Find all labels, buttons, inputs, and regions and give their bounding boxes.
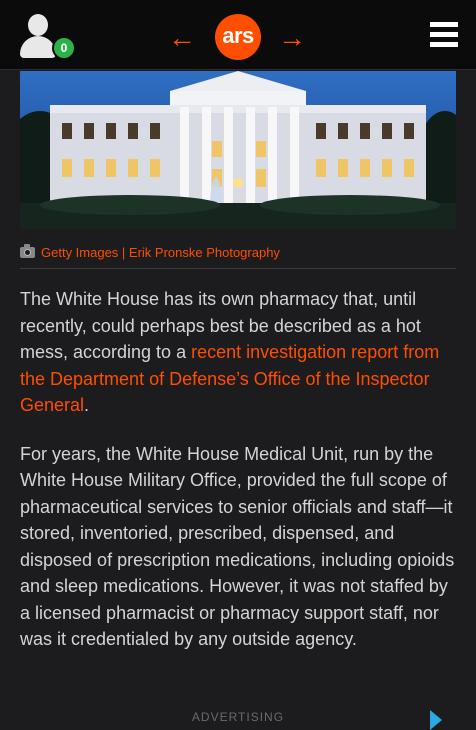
menu-line [430, 22, 458, 27]
article-paragraph: The White House has its own pharmacy tha… [20, 286, 460, 419]
article-hero-image[interactable] [20, 71, 456, 229]
image-caption: Getty Images | Erik Pronske Photography [20, 244, 456, 268]
menu-line [430, 32, 458, 37]
next-article-arrow-icon[interactable]: → [278, 24, 306, 52]
avatar-shoulders [20, 36, 56, 58]
top-navigation-bar: 0 ← ars → [0, 0, 476, 70]
adchoices-icon[interactable] [430, 710, 442, 730]
advertising-label: ADVERTISING [191, 710, 285, 724]
menu-line [430, 42, 458, 47]
hamburger-menu-icon[interactable] [430, 22, 458, 48]
previous-article-arrow-icon[interactable]: ← [168, 24, 196, 52]
caption-divider [20, 268, 456, 269]
ars-logo[interactable]: ars [215, 14, 261, 60]
paragraph-text: . [84, 395, 90, 415]
article-paragraph: For years, the White House Medical Unit,… [20, 443, 455, 650]
notification-count-badge[interactable]: 0 [52, 36, 76, 60]
avatar-head [28, 14, 48, 36]
article-body: The White House has its own pharmacy tha… [20, 286, 460, 675]
caption-credit-link[interactable]: Getty Images | Erik Pronske Photography [41, 245, 280, 260]
camera-icon [20, 244, 35, 258]
white-house-photo [20, 71, 456, 229]
